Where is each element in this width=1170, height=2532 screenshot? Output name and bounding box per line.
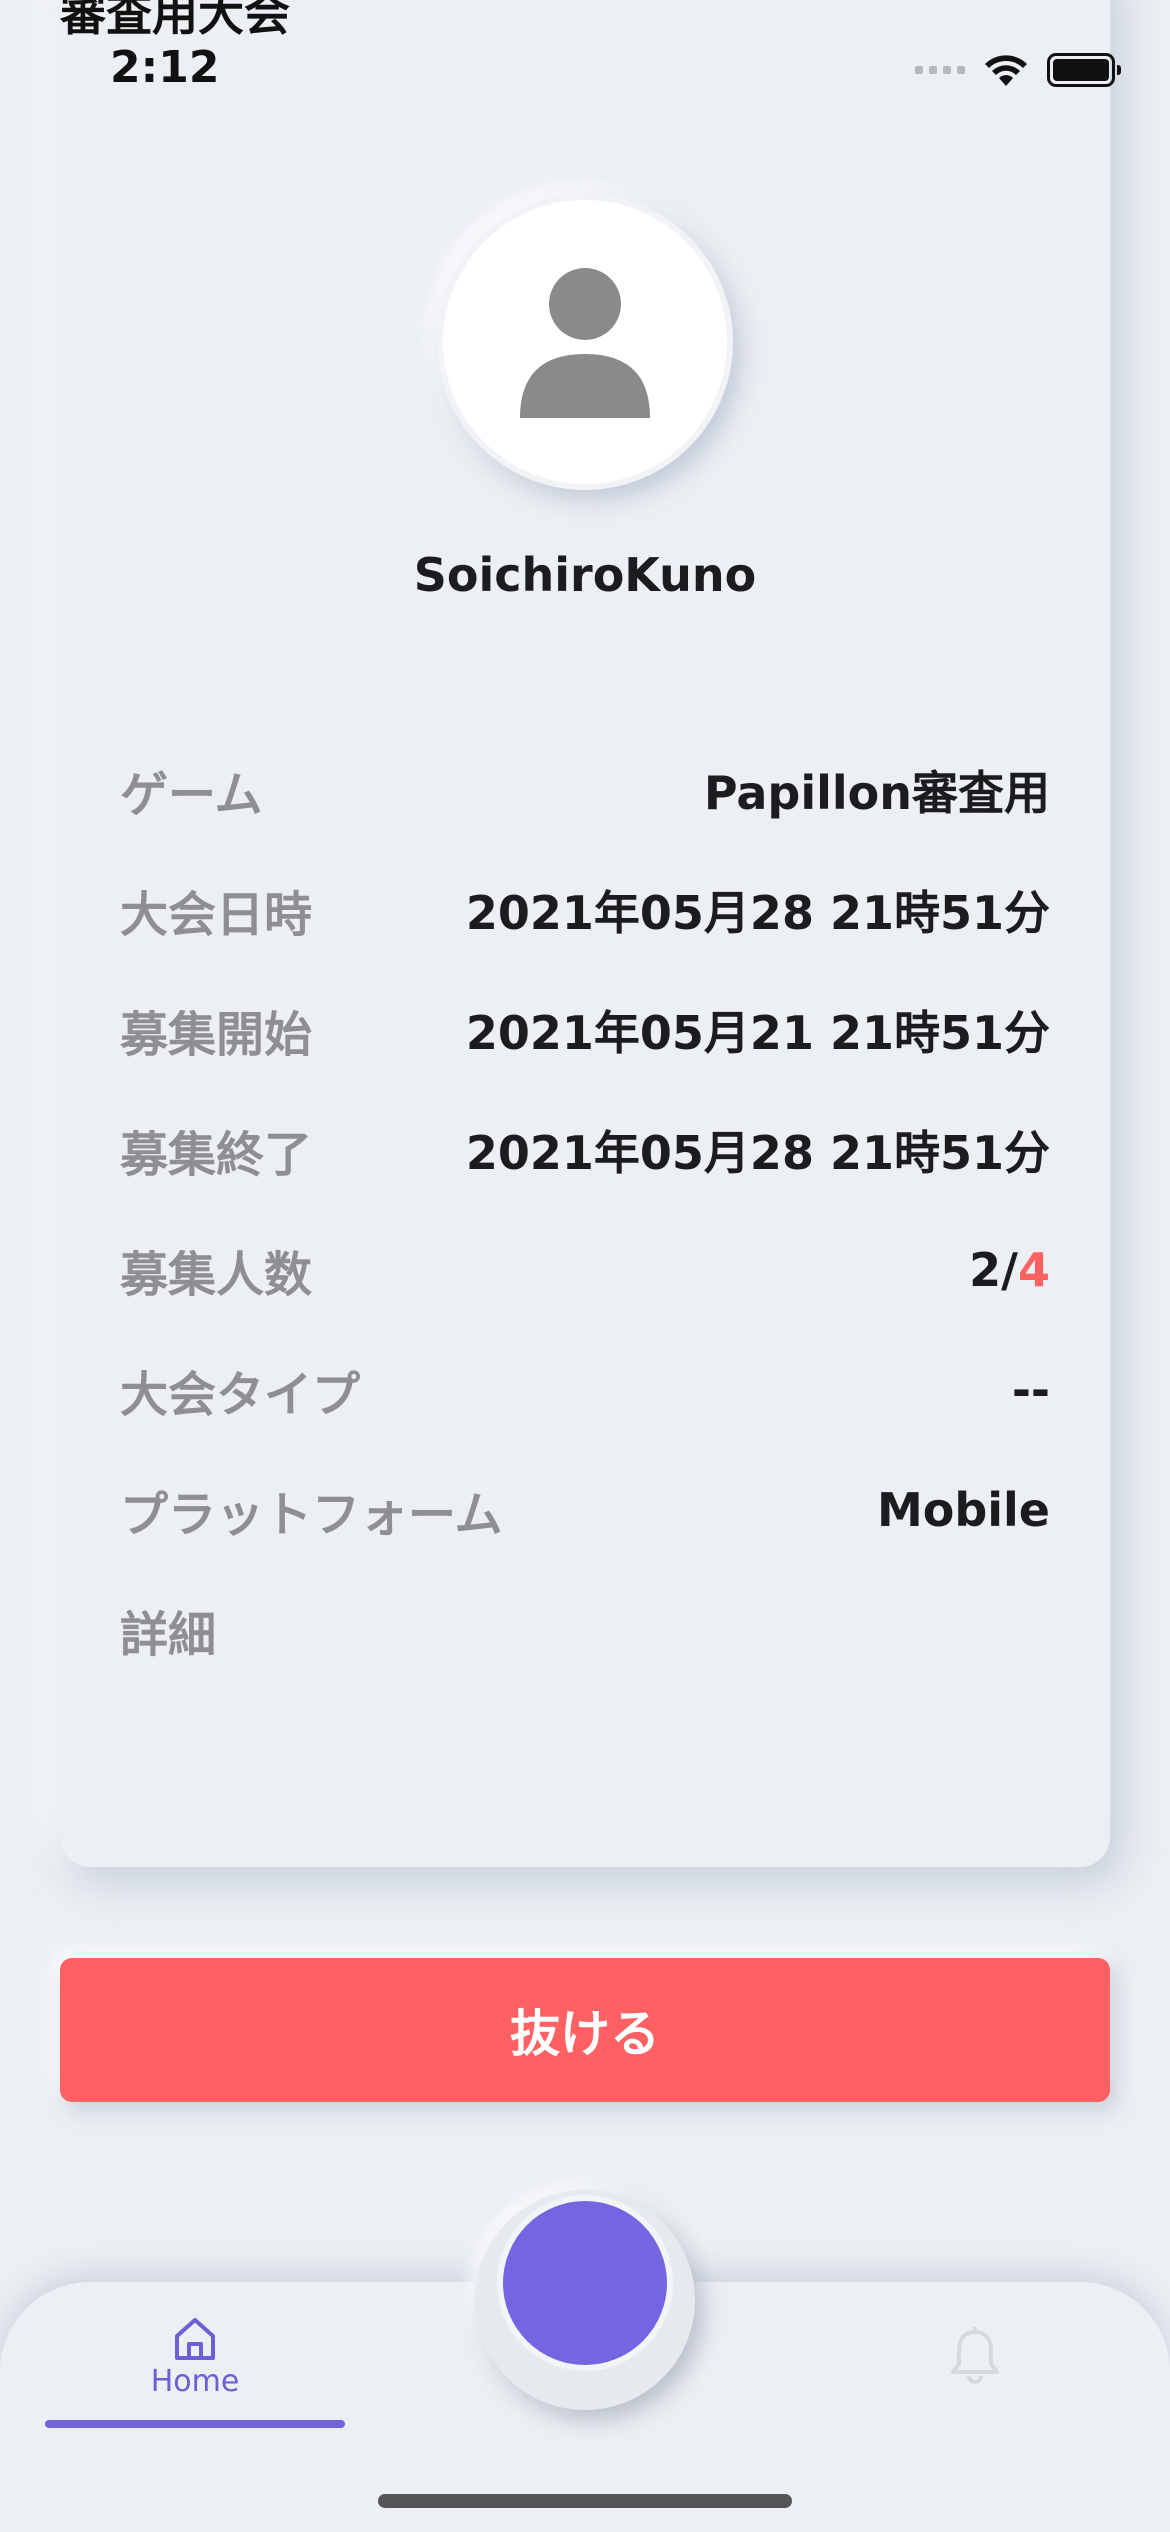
info-row-tournament-type: 大会タイプ -- <box>120 1355 1050 1425</box>
info-row-platform: プラットフォーム Mobile <box>120 1475 1050 1545</box>
info-row-participant-count: 募集人数 2/4 <box>120 1235 1050 1305</box>
info-label: ゲーム <box>120 767 263 823</box>
battery-icon <box>1047 53 1121 87</box>
participant-count: 2/4 <box>969 1243 1050 1297</box>
info-label: プラットフォーム <box>120 1487 503 1543</box>
username: SoichiroKuno <box>413 548 757 602</box>
info-value: 2021年05月21 21時51分 <box>465 1006 1050 1060</box>
leave-button[interactable]: 抜ける <box>60 1958 1110 2102</box>
cellular-signal-icon <box>915 66 965 74</box>
info-label: 募集人数 <box>120 1247 313 1303</box>
info-row-recruit-start: 募集開始 2021年05月21 21時51分 <box>120 995 1050 1065</box>
info-label: 募集開始 <box>120 1007 313 1063</box>
bell-icon[interactable] <box>948 2326 1002 2386</box>
info-value: 2021年05月28 21時51分 <box>465 886 1050 940</box>
home-indicator[interactable] <box>378 2494 792 2508</box>
home-icon <box>175 2318 215 2360</box>
info-row-game: ゲーム Papillon審査用 <box>120 755 1050 825</box>
tab-home-label: Home <box>150 2364 240 2399</box>
participant-current: 2/ <box>969 1243 1018 1297</box>
person-icon <box>520 268 650 418</box>
center-action-button[interactable] <box>497 2195 673 2371</box>
info-row-details: 詳細 <box>120 1595 1050 1665</box>
info-value: Mobile <box>876 1483 1050 1537</box>
info-value: 2021年05月28 21時51分 <box>465 1126 1050 1180</box>
info-value: -- <box>1011 1363 1050 1417</box>
status-icons <box>915 52 1121 88</box>
active-tab-indicator <box>45 2420 345 2428</box>
status-bar: 2:12 <box>0 0 1170 110</box>
info-label: 大会日時 <box>120 887 313 943</box>
participant-max: 4 <box>1017 1243 1050 1297</box>
info-row-tournament-date: 大会日時 2021年05月28 21時51分 <box>120 875 1050 945</box>
info-row-recruit-end: 募集終了 2021年05月28 21時51分 <box>120 1115 1050 1185</box>
info-label: 詳細 <box>120 1607 217 1663</box>
wifi-icon <box>985 55 1027 86</box>
status-time: 2:12 <box>110 42 220 93</box>
info-label: 募集終了 <box>120 1127 313 1183</box>
user-avatar[interactable] <box>437 194 733 490</box>
info-value: Papillon審査用 <box>703 766 1050 820</box>
info-label: 大会タイプ <box>120 1367 361 1423</box>
tab-home[interactable]: Home <box>110 2316 280 2416</box>
